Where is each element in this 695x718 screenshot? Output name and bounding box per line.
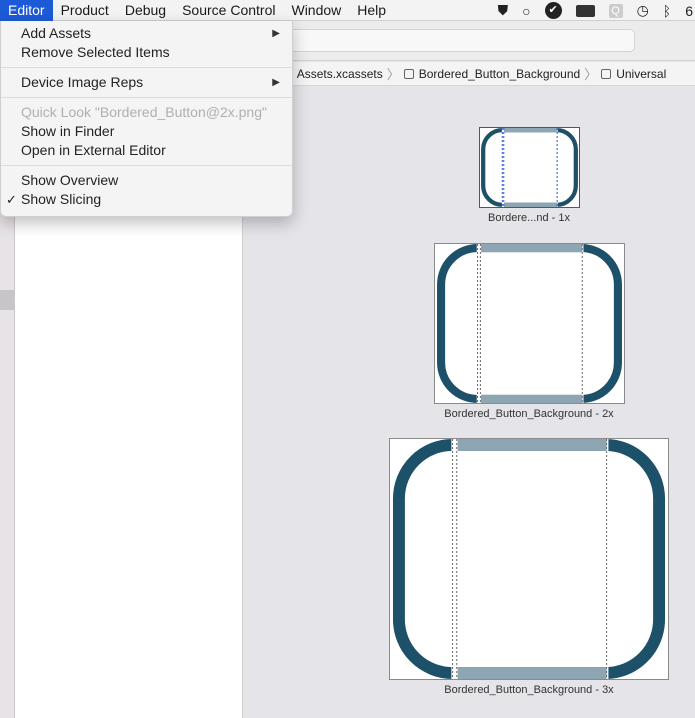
menu-help[interactable]: Help bbox=[349, 0, 394, 21]
activity-view bbox=[280, 29, 635, 52]
image-slot-3x[interactable] bbox=[389, 438, 669, 680]
menu-item-remove-selected[interactable]: Remove Selected Items bbox=[1, 43, 292, 62]
q-icon[interactable]: Q bbox=[608, 3, 623, 18]
image-set-icon bbox=[601, 68, 612, 79]
slice-gap bbox=[582, 244, 584, 403]
status-icons: ⛊ ○ ✔ Q ◷ ᛒ 6 bbox=[498, 0, 695, 21]
bluetooth-icon[interactable]: ᛒ bbox=[663, 3, 671, 19]
breadcrumb-item-image-set[interactable]: Bordered_Button_Background bbox=[403, 67, 580, 81]
slice-center-top bbox=[504, 128, 558, 133]
menu-separator bbox=[1, 97, 292, 98]
menu-item-quick-look: Quick Look "Bordered_Button@2x.png" bbox=[21, 104, 267, 120]
menu-product[interactable]: Product bbox=[53, 0, 117, 21]
menu-separator bbox=[1, 165, 292, 166]
button-border bbox=[481, 128, 578, 207]
breadcrumb-item-universal[interactable]: Universal bbox=[601, 67, 666, 81]
menu-item-device-image-reps[interactable]: Device Image Reps ▶ bbox=[1, 73, 292, 92]
menu-bar: Editor Product Debug Source Control Wind… bbox=[0, 0, 695, 21]
menu-item-add-assets[interactable]: Add Assets ▶ bbox=[1, 24, 292, 43]
slice-gap bbox=[557, 128, 558, 207]
submenu-arrow-icon: ▶ bbox=[272, 28, 280, 39]
status-partial: 6 bbox=[685, 2, 693, 19]
button-border bbox=[392, 439, 666, 679]
image-set-icon bbox=[403, 68, 414, 79]
time-machine-icon[interactable]: ◷ bbox=[637, 2, 649, 19]
menu-editor[interactable]: Editor bbox=[0, 0, 53, 21]
slice-gap bbox=[476, 244, 482, 403]
button-border bbox=[437, 244, 622, 403]
checkmark-circle-icon[interactable]: ✔ bbox=[544, 2, 562, 19]
menu-item-open-external-editor[interactable]: Open in External Editor bbox=[1, 141, 292, 160]
menu-item-show-in-finder[interactable]: Show in Finder bbox=[1, 122, 292, 141]
menu-source-control[interactable]: Source Control bbox=[174, 0, 283, 21]
slice-gap bbox=[501, 128, 505, 207]
image-caption-3x: Bordered_Button_Background - 3x bbox=[444, 684, 614, 696]
slice-center-top bbox=[480, 244, 583, 253]
slice-center-top bbox=[457, 439, 607, 451]
battery-icon[interactable] bbox=[575, 4, 595, 17]
circle-icon[interactable]: ○ bbox=[522, 3, 530, 19]
menu-debug[interactable]: Debug bbox=[117, 0, 174, 21]
image-caption-1x: Bordere...nd - 1x bbox=[488, 212, 570, 224]
slice-center-bottom bbox=[480, 394, 583, 403]
image-slot-1x[interactable] bbox=[479, 127, 580, 208]
slice-center-bottom bbox=[457, 667, 607, 679]
checkmark-icon: ✓ bbox=[6, 192, 17, 207]
selected-row[interactable] bbox=[0, 290, 14, 310]
image-slot-2x[interactable] bbox=[434, 243, 625, 404]
asset-canvas: Bordere...nd - 1x Bordered_Button_Backgr… bbox=[243, 86, 695, 718]
slice-center-bottom bbox=[504, 202, 558, 207]
menu-window[interactable]: Window bbox=[283, 0, 349, 21]
submenu-arrow-icon: ▶ bbox=[272, 77, 280, 88]
breadcrumb: es〉 Assets.xcassets〉 Bordered_Button_Bac… bbox=[243, 62, 695, 86]
image-caption-2x: Bordered_Button_Background - 2x bbox=[444, 408, 614, 420]
menu-item-show-slicing[interactable]: ✓ Show Slicing bbox=[1, 190, 292, 209]
editor-menu: Add Assets ▶ Remove Selected Items Device… bbox=[0, 21, 293, 217]
menu-separator bbox=[1, 67, 292, 68]
shield-icon[interactable]: ⛊ bbox=[498, 2, 509, 19]
menu-item-show-overview[interactable]: Show Overview bbox=[1, 171, 292, 190]
